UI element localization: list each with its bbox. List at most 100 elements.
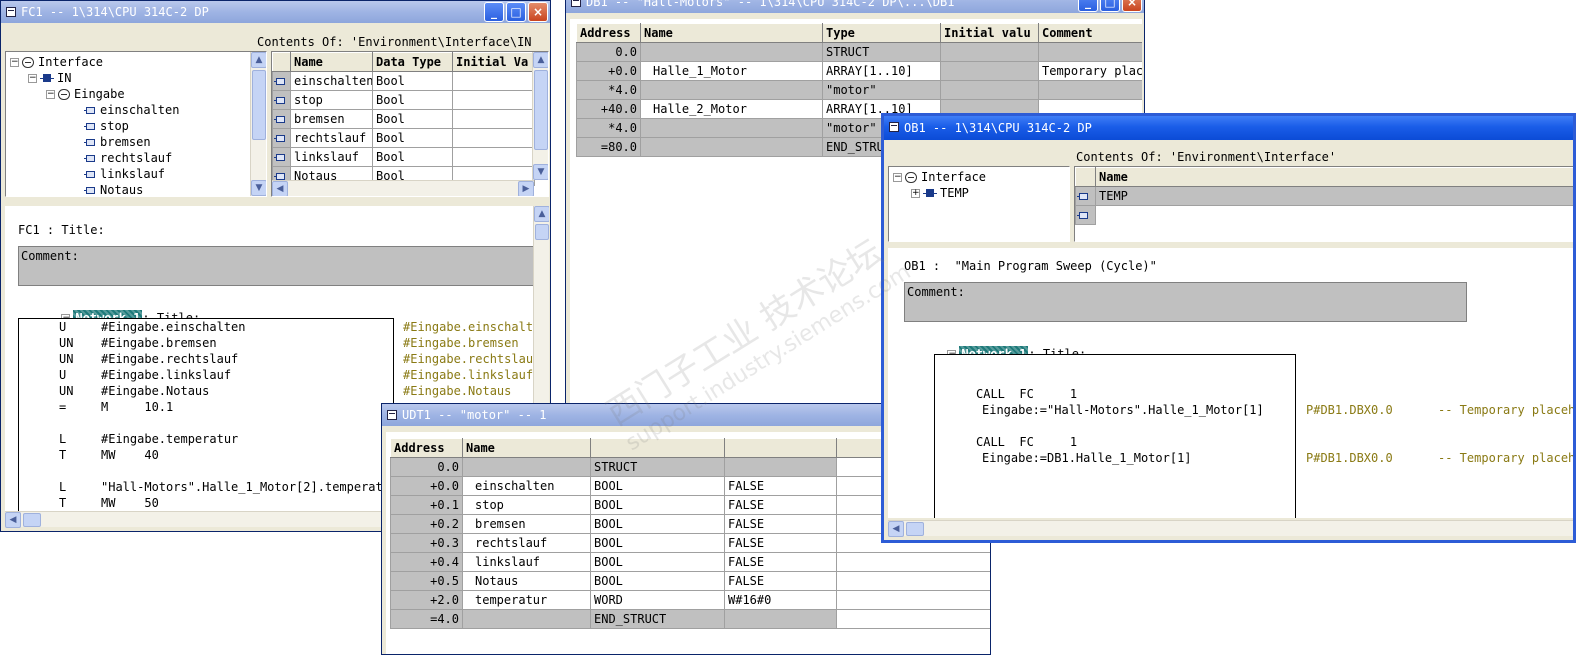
scroll-up-icon[interactable]: ▲ [533,52,548,68]
column-header-initial-value[interactable]: Initial Va [452,52,535,72]
fc1-interface-tree[interactable]: − Interface − IN − Eingabe einschalten stop… [5,51,267,197]
close-button[interactable]: × [1122,0,1142,12]
table-row[interactable]: stop Bool [272,90,535,110]
tree-node-interface[interactable]: − Interface [893,169,986,185]
ob1-contents-label: Contents Of: 'Environment\Interface' [1076,150,1337,164]
scroll-down-icon[interactable]: ▼ [533,164,548,180]
variable-icon [1077,193,1088,200]
tree-node-in[interactable]: − IN [28,70,71,86]
tree-node-linkslauf[interactable]: linkslauf [84,166,165,182]
scroll-left-icon[interactable]: ◀ [5,512,21,528]
stl-operator: = [59,400,67,414]
tree-node-eingabe[interactable]: − Eingabe [46,86,125,102]
collapse-icon[interactable]: − [28,74,37,83]
fc1-declaration-panel: Name Data Type Initial Va einschalten Boo… [271,51,549,197]
column-header-name[interactable]: Name [290,52,373,72]
maximize-button[interactable]: □ [506,2,526,22]
expand-icon[interactable]: + [911,189,920,198]
scroll-left-icon[interactable]: ◀ [272,181,288,196]
column-header-address[interactable]: Address [576,23,641,43]
stl-operator: L [59,480,67,494]
fc1-title: FC1 -- 1\314\CPU 314C-2 DP [21,5,209,19]
window-icon [571,0,581,7]
block-comment[interactable]: Comment: [904,282,1467,322]
stl-operator: UN [59,352,74,366]
table-row[interactable]: 0.0 STRUCT [576,42,1142,62]
tree-node-stop[interactable]: stop [84,118,129,134]
scroll-thumb[interactable] [906,522,924,536]
fc1-titlebar[interactable]: FC1 -- 1\314\CPU 314C-2 DP _ □ × [1,1,550,23]
call-comment: -- Temporary placeh [1438,451,1576,465]
call-address: P#DB1.DBX0.0 [1306,403,1393,417]
table-row[interactable] [1075,205,1574,225]
db1-titlebar[interactable]: DB1 -- "Hall-Motors" -- 1\314\CPU 314C-2… [566,0,1144,13]
ob1-titlebar[interactable]: OB1 -- 1\314\CPU 314C-2 DP [884,116,1573,140]
table-row[interactable]: +0.0 Halle_1_Motor ARRAY[1..10] Temporary p… [576,61,1142,81]
tree-node-rechtslauf[interactable]: rechtslauf [84,150,172,166]
scroll-up-icon[interactable]: ▲ [534,206,549,222]
close-button[interactable]: × [528,2,548,22]
call-instruction: CALL FC 1 [976,387,1078,401]
scroll-up-icon[interactable]: ▲ [251,52,266,68]
column-header-name[interactable]: Name [640,23,823,43]
ob1-hscrollbar[interactable]: ◀ [888,520,1573,537]
window-icon [6,7,16,17]
tree-vscrollbar[interactable]: ▲ ▼ [250,52,266,196]
scroll-thumb[interactable] [23,513,41,527]
table-row[interactable]: bremsen Bool [272,109,535,129]
table-row[interactable]: TEMP [1075,186,1573,206]
column-header-address[interactable]: Address [390,438,463,458]
table-row[interactable]: +0.5 Notaus BOOL FALSE [390,571,990,591]
collapse-icon[interactable]: − [46,90,55,99]
table-row[interactable]: +2.0 temperatur WORD W#16#0 [390,590,990,610]
table-row[interactable]: +0.4 linkslauf BOOL FALSE [390,552,990,572]
block-title: FC1 : Title: [18,223,105,237]
tree-node-notaus[interactable]: Notaus [84,182,143,196]
declaration-vscrollbar[interactable]: ▲ ▼ [532,52,548,180]
column-header-data-type[interactable]: Data Type [372,52,453,72]
tree-node-temp[interactable]: + TEMP [911,185,969,201]
bool-icon [84,139,95,146]
ob1-declaration-table: Name TEMP [1075,167,1574,225]
network-header[interactable]: −Network 1: Title: [18,294,200,326]
collapse-icon[interactable]: − [893,173,902,182]
scroll-thumb[interactable] [534,70,548,150]
column-header-comment[interactable]: Comment [1038,23,1142,43]
column-header-name[interactable]: Name [462,438,591,458]
stl-operand: "Hall-Motors".Halle_1_Motor[2].temperatu [101,480,385,494]
ob1-code-editor[interactable]: OB1 : "Main Program Sweep (Cycle)" Comme… [888,248,1576,518]
table-row[interactable]: einschalten Bool [272,71,535,91]
stl-operator: L [59,432,67,446]
scroll-down-icon[interactable]: ▼ [251,180,266,196]
column-header-initial-value[interactable]: Initial valu [940,23,1039,43]
scroll-left-icon[interactable]: ◀ [888,521,904,537]
scroll-right-icon[interactable]: ▶ [518,181,534,196]
scroll-thumb[interactable] [252,70,266,140]
table-row[interactable]: =4.0 END_STRUCT [390,609,990,629]
in-icon [40,74,54,83]
variable-icon [274,78,285,85]
block-comment[interactable]: Comment: [18,246,534,286]
table-row[interactable]: rechtslauf Bool [272,128,535,148]
table-row[interactable]: linkslauf Bool [272,147,535,167]
scroll-thumb[interactable] [535,224,549,240]
temp-icon [923,189,937,198]
column-header-name[interactable]: Name [1095,167,1573,187]
variable-icon [274,173,285,180]
stl-symbol-comment: #Eingabe.rechtslauf [403,352,533,366]
ob1-interface-tree[interactable]: − Interface + TEMP [888,166,1070,242]
tree-node-einschalten[interactable]: einschalten [84,102,179,118]
collapse-icon[interactable]: − [10,58,19,67]
stl-operand: MW 40 [101,448,159,462]
tree-node-bremsen[interactable]: bremsen [84,134,151,150]
column-header-type[interactable]: Type [822,23,941,43]
minimize-button[interactable]: _ [1078,0,1098,12]
interface-icon [22,57,34,68]
maximize-button[interactable]: □ [1100,0,1120,12]
tree-node-interface[interactable]: − Interface [10,54,103,70]
minimize-button[interactable]: _ [484,2,504,22]
declaration-hscrollbar[interactable]: ◀ ▶ [272,180,534,196]
table-row[interactable]: *4.0 "motor" [576,80,1142,100]
network-header[interactable]: −Network 1: Title: [904,330,1086,362]
bool-icon [84,123,95,130]
